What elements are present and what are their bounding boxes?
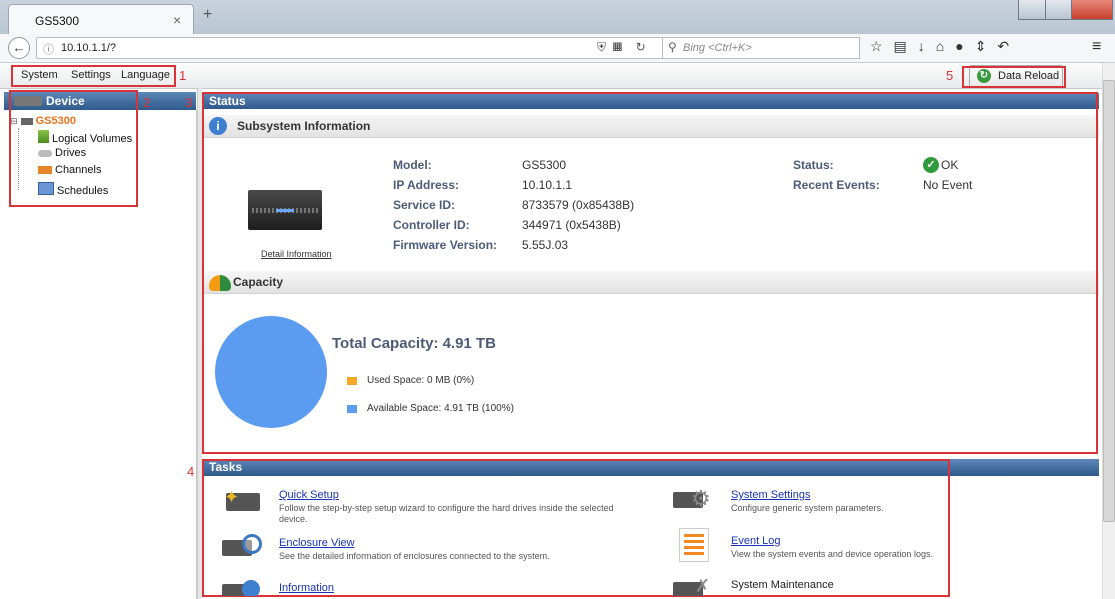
- enclosure-view-link[interactable]: Enclosure View: [279, 537, 355, 549]
- system-settings-link[interactable]: System Settings: [731, 489, 810, 501]
- system-settings-icon: ⚙: [673, 486, 717, 514]
- event-log-link[interactable]: Event Log: [731, 535, 781, 547]
- browser-tab[interactable]: GS5300 ×: [8, 4, 194, 35]
- annotation-marker-2: 2: [143, 95, 151, 110]
- system-maintenance-label[interactable]: System Maintenance: [731, 579, 834, 591]
- search-icon: ⚲: [668, 40, 677, 54]
- tab-title: GS5300: [35, 14, 80, 28]
- information-link[interactable]: Information: [279, 582, 334, 594]
- quick-setup-icon: ✦: [222, 487, 262, 517]
- annotation-box-3: [202, 92, 1098, 454]
- system-maintenance-icon: ✗: [673, 576, 717, 596]
- url-text: 10.10.1.1/?: [61, 42, 117, 54]
- quick-setup-link[interactable]: Quick Setup: [279, 489, 339, 501]
- event-log-icon: [679, 528, 709, 562]
- tab-close-icon[interactable]: ×: [173, 12, 181, 28]
- minimize-button[interactable]: [1018, 0, 1046, 20]
- url-action-icons[interactable]: ⛨ ▦ ↻: [597, 40, 646, 55]
- annotation-box-4: [202, 459, 950, 597]
- annotation-marker-3: 3: [185, 95, 193, 110]
- event-log-description: View the system events and device operat…: [731, 549, 933, 559]
- enclosure-view-description: See the detailed information of enclosur…: [279, 551, 550, 561]
- enclosure-view-icon: [222, 532, 264, 560]
- maximize-button[interactable]: [1045, 0, 1072, 20]
- quick-setup-description: Follow the step-by-step setup wizard to …: [279, 503, 614, 524]
- annotation-box-1: [11, 65, 176, 87]
- search-input[interactable]: ⚲ Bing <Ctrl+K>: [662, 37, 860, 59]
- annotation-marker-5: 5: [946, 68, 954, 83]
- annotation-box-2: [9, 90, 138, 207]
- browser-toolbar-icons[interactable]: ☆▤↓⌂●⇕↶: [870, 38, 1020, 55]
- annotation-marker-4: 4: [187, 464, 195, 479]
- annotation-marker-1: 1: [179, 68, 187, 83]
- search-placeholder: Bing <Ctrl+K>: [683, 42, 752, 54]
- back-arrow-icon[interactable]: ←: [8, 37, 30, 59]
- new-tab-icon[interactable]: +: [203, 6, 212, 24]
- annotation-box-5: [962, 66, 1066, 88]
- scrollbar-thumb[interactable]: [1103, 80, 1115, 522]
- information-icon: [222, 578, 264, 596]
- browser-tab-strip: GS5300 × +: [0, 0, 1115, 35]
- info-icon[interactable]: ⓘ: [43, 41, 54, 57]
- system-settings-description: Configure generic system parameters.: [731, 503, 884, 513]
- close-window-button[interactable]: [1071, 0, 1113, 20]
- hamburger-menu-icon[interactable]: ≡: [1092, 38, 1101, 56]
